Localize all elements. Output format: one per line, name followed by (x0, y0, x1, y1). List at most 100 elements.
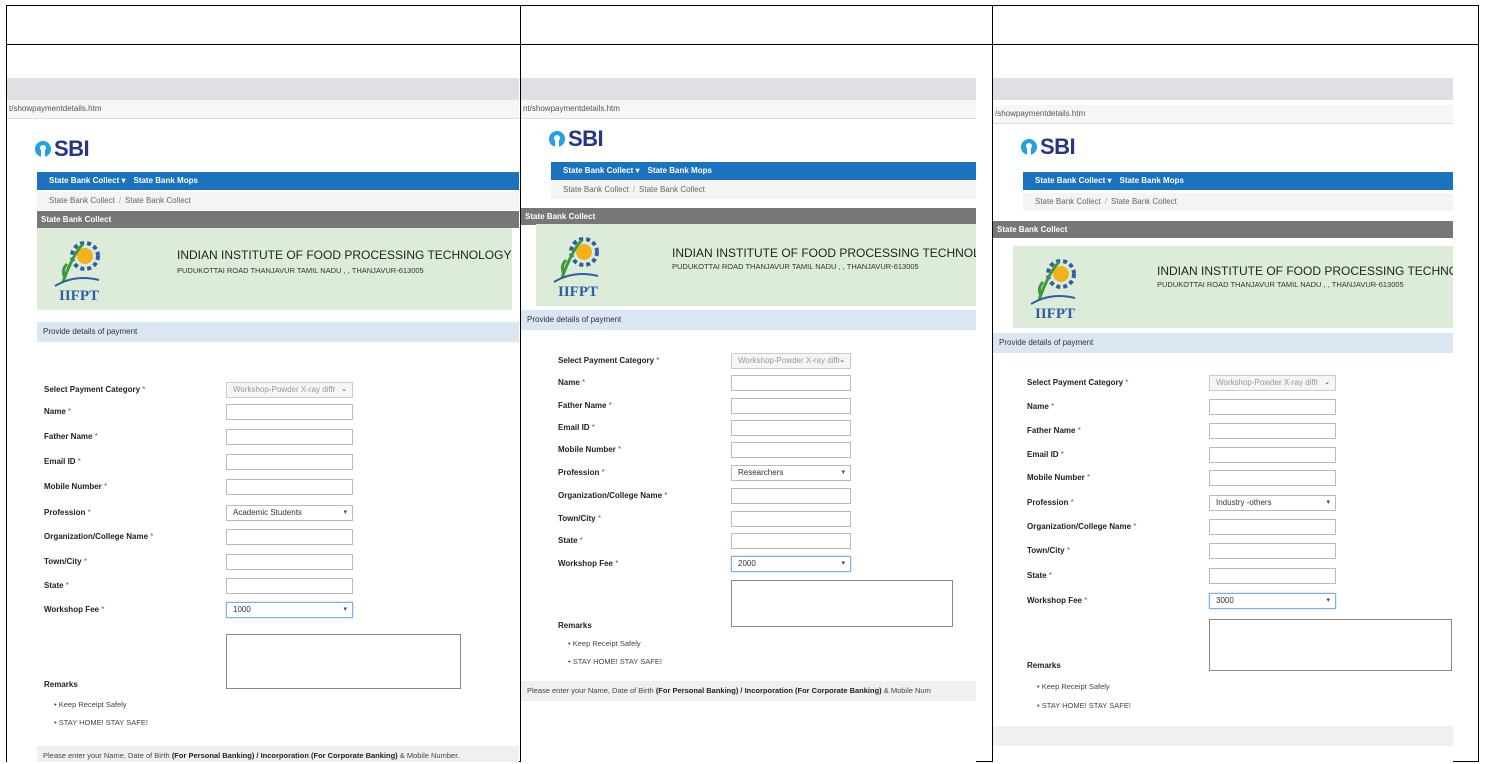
nav-state-bank-collect[interactable]: State Bank Collect ▾ (49, 176, 125, 185)
section-title: Provide details of payment (37, 322, 519, 342)
required-marker: * (1077, 426, 1081, 435)
sbi-logo[interactable]: SBI (1021, 134, 1076, 160)
nav-state-bank-mops[interactable]: State Bank Mops (1119, 176, 1183, 185)
breadcrumb-item[interactable]: State Bank Collect (563, 185, 629, 194)
selected-value: 3000 (1216, 596, 1234, 605)
sbi-logo-icon (1021, 139, 1037, 155)
profession-select[interactable]: Researchers ▾ (731, 465, 851, 481)
nav-state-bank-collect[interactable]: State Bank Collect ▾ (563, 166, 639, 175)
profession-select[interactable]: Academic Students ▾ (226, 505, 353, 521)
selected-value: Workshop-Powder X-ray diffr (1216, 378, 1319, 387)
breadcrumb-item-current: State Bank Collect (1111, 197, 1177, 206)
institute-address: PUDUKOTTAI ROAD THANJAVUR TAMIL NADU , ,… (672, 262, 919, 271)
url-bar[interactable]: t/showpaymentdetails.htm (7, 100, 519, 119)
footer-notice: Please enter your Name, Date of Birth (F… (37, 746, 519, 762)
sbi-logo[interactable]: SBI (549, 126, 604, 152)
required-marker: * (87, 508, 91, 517)
field-label-text: Workshop Fee (558, 559, 616, 568)
email-id-input[interactable] (1209, 447, 1336, 463)
payment-category-select[interactable]: Workshop-Powder X-ray diffr ⌄ (731, 353, 851, 369)
field-label-text: Profession (558, 468, 602, 477)
chevron-down-icon: ▾ (1326, 597, 1330, 604)
institute-banner: IIFPT INDIAN INSTITUTE OF FOOD PROCESSIN… (1013, 246, 1453, 328)
nav-state-bank-collect[interactable]: State Bank Collect ▾ (1035, 176, 1111, 185)
institute-banner: IIFPT INDIAN INSTITUTE OF FOOD PROCESSIN… (37, 228, 512, 310)
panel-title: State Bank Collect (37, 211, 519, 228)
field-label-text: State (558, 536, 580, 545)
selected-value: Academic Students (233, 508, 302, 517)
field-label-text: Father Name (44, 432, 95, 441)
required-marker: * (601, 468, 605, 477)
father-name-input[interactable] (1209, 423, 1336, 439)
profession-label: Profession * (44, 508, 91, 517)
profession-select[interactable]: Industry -others ▾ (1209, 495, 1336, 511)
svg-text:IIFPT: IIFPT (558, 284, 598, 300)
field-label-text: Workshop Fee (1027, 596, 1085, 605)
field-label-text: Mobile Number (1027, 473, 1088, 482)
workshop-fee-select[interactable]: 2000 ▾ (731, 556, 851, 572)
breadcrumb-item[interactable]: State Bank Collect (49, 196, 115, 205)
workshop-fee-select[interactable]: 3000 ▾ (1209, 593, 1336, 609)
father-name-input[interactable] (731, 398, 851, 414)
organization-name-input[interactable] (1209, 519, 1336, 535)
url-bar[interactable]: /showpaymentdetails.htm (993, 105, 1453, 124)
field-label-text: Select Payment Category (44, 385, 143, 394)
town-city-input[interactable] (1209, 543, 1336, 559)
name-label: Name * (44, 407, 71, 416)
organization-name-input[interactable] (731, 488, 851, 504)
selected-value: Workshop-Powder X-ray diffr (738, 356, 841, 365)
payment-category-label: Select Payment Category * (44, 385, 145, 394)
name-input[interactable] (226, 404, 353, 420)
email-id-input[interactable] (226, 454, 353, 470)
chevron-down-icon: ⌄ (839, 357, 845, 364)
name-input[interactable] (731, 375, 851, 391)
mobile-number-input[interactable] (226, 479, 353, 495)
workshop-fee-label: Workshop Fee * (1027, 596, 1087, 605)
field-label-text: Organization/College Name (1027, 522, 1134, 531)
required-marker: * (579, 536, 583, 545)
payment-category-select[interactable]: Workshop-Powder X-ray diffr ⌄ (1209, 375, 1336, 391)
required-marker: * (68, 407, 72, 416)
field-label-text: Father Name (1027, 426, 1078, 435)
state-input[interactable] (226, 578, 353, 594)
field-label-text: Mobile Number (558, 445, 619, 454)
name-input[interactable] (1209, 399, 1336, 415)
remarks-textarea[interactable] (226, 634, 461, 689)
breadcrumb-item[interactable]: State Bank Collect (1035, 197, 1101, 206)
required-marker: * (1125, 378, 1129, 387)
selected-value: Workshop-Powder X-ray diffr (233, 385, 336, 394)
breadcrumb-separator: / (118, 196, 122, 205)
state-input[interactable] (1209, 568, 1336, 584)
nav-state-bank-mops[interactable]: State Bank Mops (133, 176, 197, 185)
institute-name: INDIAN INSTITUTE OF FOOD PROCESSING TECH… (177, 248, 512, 262)
payment-page-screenshot: t/showpaymentdetails.htm SBI State Bank Co… (7, 78, 519, 762)
workshop-fee-select[interactable]: 1000 ▾ (226, 602, 353, 618)
town-city-input[interactable] (731, 511, 851, 527)
mobile-number-input[interactable] (731, 442, 851, 458)
remarks-textarea[interactable] (1209, 619, 1452, 671)
email-id-label: Email ID * (44, 457, 81, 466)
town-city-input[interactable] (226, 554, 353, 570)
required-marker: * (608, 401, 612, 410)
field-label-text: Workshop Fee (44, 605, 102, 614)
father-name-label: Father Name * (558, 401, 612, 410)
email-id-input[interactable] (731, 420, 851, 436)
footer-text-bold: (For Personal Banking) / Incorporation (… (655, 686, 882, 695)
mobile-number-input[interactable] (1209, 470, 1336, 486)
organization-name-label: Organization/College Name * (558, 491, 667, 500)
url-bar[interactable]: nt/showpaymentdetails.htm (521, 100, 976, 119)
state-input[interactable] (731, 533, 851, 549)
workshop-fee-label: Workshop Fee * (558, 559, 618, 568)
organization-name-input[interactable] (226, 529, 353, 545)
workshop-fee-label: Workshop Fee * (44, 605, 104, 614)
field-label-text: State (44, 581, 66, 590)
payment-category-select[interactable]: Workshop-Powder X-ray diffr ⌄ (226, 382, 353, 398)
remarks-textarea[interactable] (731, 580, 953, 627)
nav-state-bank-mops[interactable]: State Bank Mops (647, 166, 711, 175)
father-name-input[interactable] (226, 429, 353, 445)
institute-banner: IIFPT INDIAN INSTITUTE OF FOOD PROCESSIN… (536, 224, 976, 306)
sbi-logo-text: SBI (54, 136, 90, 161)
remark-text: STAY HOME! STAY SAFE! (572, 657, 662, 666)
sbi-logo[interactable]: SBI (35, 136, 90, 162)
remark-item: • Keep Receipt Safely (568, 639, 641, 648)
